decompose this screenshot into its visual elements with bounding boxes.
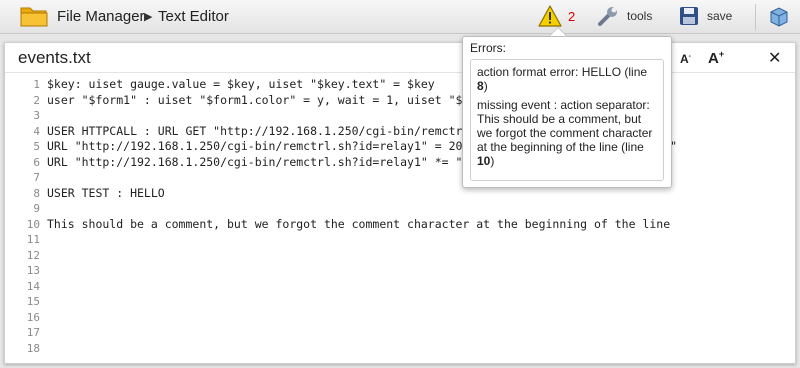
line-number: 4	[33, 124, 40, 138]
code-line[interactable]: 1 $key: uiset gauge.value = $key, uiset "…	[5, 77, 795, 93]
line-number: 13	[26, 264, 40, 277]
line-text[interactable]: USER HTTPCALL : URL GET "http://192.168.…	[47, 124, 469, 140]
error-item: action format error: HELLO (line 8)	[477, 65, 648, 93]
line-number: 8	[33, 186, 40, 200]
save-label: save	[707, 9, 733, 23]
line-number: 9	[33, 202, 40, 215]
increase-font-button[interactable]: A+	[708, 49, 724, 67]
code-line[interactable]: 9	[5, 201, 795, 217]
breadcrumb-separator: ▶	[144, 11, 153, 23]
line-number: 5	[33, 140, 40, 153]
top-toolbar: File Manager ▶ Text Editor 2 tools save	[0, 0, 800, 34]
error-count[interactable]: 2	[568, 9, 575, 24]
code-line[interactable]: 15	[5, 294, 795, 310]
errors-list: action format error: HELLO (line 8) miss…	[470, 59, 664, 181]
code-line[interactable]: 6 URL "http://192.168.1.250/cgi-bin/remct…	[5, 155, 795, 171]
breadcrumb-file-manager[interactable]: File Manager	[57, 8, 145, 25]
code-line[interactable]: 4 USER HTTPCALL : URL GET "http://192.168…	[5, 124, 795, 140]
popup-caret-inner	[550, 28, 566, 36]
code-line[interactable]: 12	[5, 248, 795, 264]
code-line[interactable]: 16	[5, 310, 795, 326]
code-line[interactable]: 3	[5, 108, 795, 124]
tools-button[interactable]: tools	[597, 4, 652, 28]
wrench-icon	[598, 7, 617, 26]
code-line[interactable]: 14	[5, 279, 795, 295]
line-number: 17	[26, 326, 40, 339]
code-line[interactable]: 13	[5, 263, 795, 279]
code-editor[interactable]: 1 $key: uiset gauge.value = $key, uiset "…	[5, 77, 795, 356]
code-line[interactable]: 10 This should be a comment, but we forgo…	[5, 217, 795, 233]
toolbar-divider	[755, 4, 756, 30]
line-number: 3	[33, 109, 40, 122]
error-item: missing event : action separator: This s…	[477, 98, 653, 168]
line-number: 15	[26, 295, 40, 308]
tools-label: tools	[627, 9, 653, 23]
close-button[interactable]: ✕	[768, 48, 781, 68]
line-text[interactable]: user "$form1" : uiset "$form1.color" = y…	[47, 93, 469, 109]
file-name: events.txt	[18, 48, 91, 67]
save-button[interactable]: save	[679, 4, 732, 28]
line-number: 2	[33, 93, 40, 107]
line-number: 7	[33, 171, 40, 184]
cube-icon[interactable]	[767, 4, 791, 28]
floppy-disk-icon	[680, 7, 698, 25]
errors-popup: Errors: action format error: HELLO (line…	[462, 36, 672, 188]
editor-header: events.txt A- A+ ✕	[5, 43, 795, 73]
warning-icon[interactable]	[538, 5, 562, 27]
breadcrumb-text-editor: Text Editor	[158, 8, 229, 25]
code-line[interactable]: 18	[5, 341, 795, 357]
code-line[interactable]: 17	[5, 325, 795, 341]
code-line[interactable]: 2 user "$form1" : uiset "$form1.color" = …	[5, 93, 795, 109]
line-text[interactable]: USER TEST : HELLO	[47, 186, 165, 202]
folder-icon[interactable]	[20, 4, 48, 28]
line-number: 11	[26, 233, 40, 246]
decrease-font-button[interactable]: A-	[680, 52, 691, 66]
code-line[interactable]: 7	[5, 170, 795, 186]
errors-title: Errors:	[470, 41, 506, 55]
line-number: 10	[26, 217, 40, 231]
line-number: 14	[26, 279, 40, 293]
line-text[interactable]: This should be a comment, but we forgot …	[47, 217, 670, 233]
text-editor-window: events.txt A- A+ ✕ 1 $key: uiset gauge.va…	[4, 42, 796, 364]
line-number: 1	[33, 78, 40, 91]
code-line[interactable]: 5 URL "http://192.168.1.250/cgi-bin/remct…	[5, 139, 795, 155]
line-number: 12	[26, 248, 40, 262]
line-number: 6	[33, 155, 40, 169]
line-number: 18	[26, 341, 40, 355]
line-number: 16	[26, 310, 40, 324]
line-text[interactable]: $key: uiset gauge.value = $key, uiset "$…	[47, 77, 435, 93]
code-line[interactable]: 8 USER TEST : HELLO	[5, 186, 795, 202]
code-line[interactable]: 11	[5, 232, 795, 248]
